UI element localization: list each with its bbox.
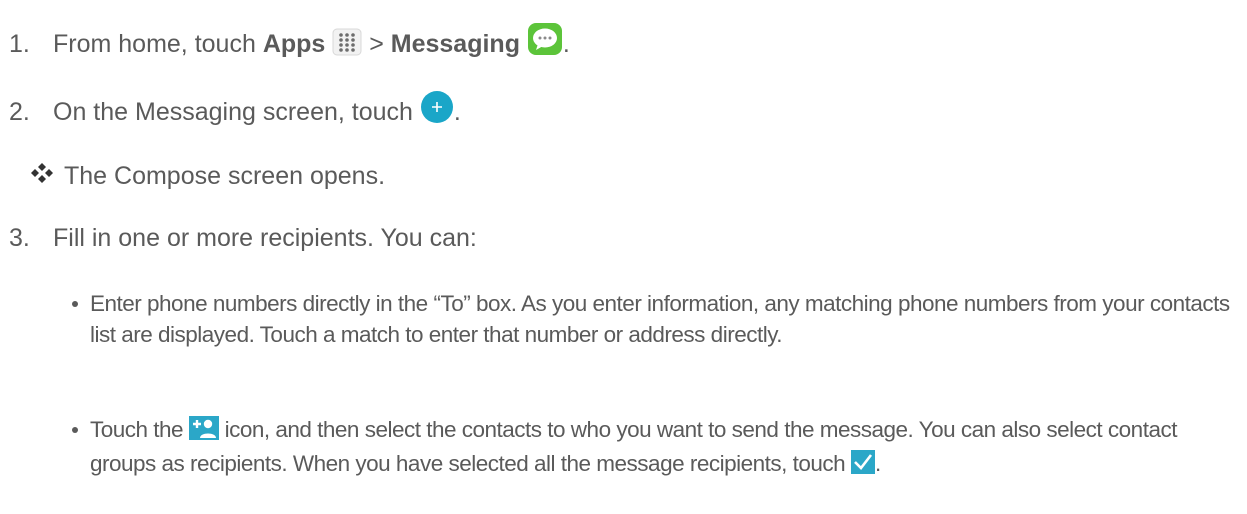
bullet-dot [72, 301, 78, 307]
add-contact-icon [188, 416, 219, 448]
bullet-text: Touch the icon, and then select the cont… [90, 414, 1240, 482]
bullet-text-part: icon, and then select the contacts to wh… [90, 417, 1177, 476]
bullet-text-part: . [874, 451, 881, 476]
apps-grid-icon [332, 28, 362, 64]
step-text: . [562, 30, 570, 58]
compose-plus-icon [420, 90, 454, 132]
step-number: 1. [9, 30, 30, 58]
step-3: 3. Fill in one or more recipients. You ca… [9, 222, 477, 254]
bullet-text-part: Touch the [90, 417, 189, 442]
step-1: 1. From home, touch Apps > Messaging . [9, 22, 570, 64]
step-number: 2. [9, 98, 30, 126]
list-item: Touch the icon, and then select the cont… [72, 414, 1240, 482]
step-2: 2. On the Messaging screen, touch . [9, 90, 461, 132]
step-text: > [362, 30, 391, 58]
list-item: Enter phone numbers directly in the “To”… [72, 288, 1240, 350]
bullet-text: Enter phone numbers directly in the “To”… [90, 291, 1230, 347]
step-text: Fill in one or more recipients. You can: [53, 224, 477, 252]
apps-label: Apps [262, 30, 326, 58]
step-text: . [453, 98, 461, 126]
step-number: 3. [9, 224, 30, 252]
messaging-label: Messaging [390, 30, 520, 58]
messaging-app-icon [527, 22, 563, 64]
step-text: On the Messaging screen, touch [53, 98, 420, 126]
diamond-bullet-icon [30, 162, 64, 186]
bullet-dot [72, 427, 78, 433]
result-text: The Compose screen opens. [64, 162, 386, 190]
step-text: From home, touch [53, 30, 263, 58]
checkmark-icon [850, 450, 875, 482]
result-line: The Compose screen opens. [30, 160, 385, 192]
